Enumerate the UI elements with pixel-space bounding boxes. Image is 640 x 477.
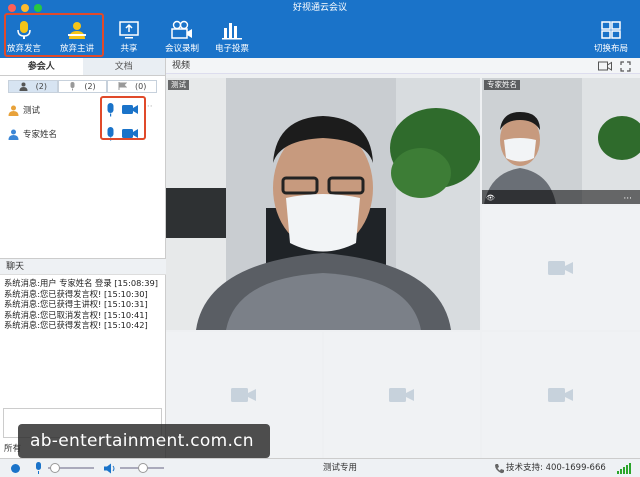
minimize-window-button[interactable]: [21, 4, 29, 12]
mic-volume-handle[interactable]: [50, 463, 60, 473]
tab-documents[interactable]: 文档: [82, 58, 165, 75]
switch-layout-button[interactable]: 切换布局: [588, 16, 634, 58]
microphone-icon[interactable]: [34, 462, 43, 475]
main-video-label: 测试: [168, 80, 189, 90]
fullscreen-icon[interactable]: [620, 61, 631, 72]
empty-video-tile[interactable]: [482, 206, 640, 330]
window-title: 好视通云会议: [292, 3, 347, 13]
chat-message: 系统消息:用户 专家姓名 登录 [15:08:39]: [4, 278, 159, 288]
main-video-tile[interactable]: 测试: [166, 78, 480, 330]
filter-all[interactable]: (2): [8, 79, 58, 93]
share-screen-icon: [114, 16, 144, 40]
tab-participants[interactable]: 参会人: [0, 58, 83, 75]
filter-video-count: (0): [135, 81, 147, 91]
user-icon: [8, 129, 19, 140]
camera-icon: [231, 388, 256, 402]
main-video-feed: [166, 78, 480, 330]
signal-strength-icon: [617, 463, 631, 474]
record-button[interactable]: 会议录制: [160, 16, 204, 58]
video-settings-icon[interactable]: [598, 61, 612, 72]
participant-name: 测试: [23, 106, 41, 116]
window-controls: [8, 4, 42, 12]
camera-icon: [548, 388, 573, 402]
vote-label: 电子投票: [214, 44, 249, 54]
bar-chart-icon: [210, 16, 254, 40]
support-hotline: 技术支持: 400-1699-666: [506, 463, 606, 473]
video-header-title: 视频: [172, 61, 191, 71]
record-label: 会议录制: [164, 44, 199, 54]
chat-message: 系统消息:您已获得发言权! [15:10:42]: [4, 320, 148, 331]
side-video-label: 专家姓名: [484, 80, 520, 90]
left-tabs: 参会人 文档: [0, 58, 165, 76]
watermark: ab-entertainment.com.cn: [18, 424, 270, 458]
video-header: 视频: [166, 58, 640, 74]
chat-message: 系统消息:您已获得发言权! [15:10:30]: [4, 288, 148, 299]
filter-video[interactable]: (0): [107, 79, 158, 93]
chat-message: 系统消息:您已获得主讲权! [15:10:31]: [4, 299, 148, 310]
vote-button[interactable]: 电子投票: [210, 16, 254, 58]
person-icon: [19, 82, 28, 91]
chat-header: 聊天: [0, 258, 166, 275]
participant-name: 专家姓名: [23, 130, 58, 140]
speaker-icon[interactable]: [104, 463, 117, 474]
microphone-icon: [70, 81, 75, 90]
svg-text:👁: 👁: [486, 194, 495, 202]
share-button[interactable]: 共享: [114, 16, 144, 58]
chat-message: 系统消息:您已取消发言权! [15:10:41]: [4, 309, 148, 320]
close-window-button[interactable]: [8, 4, 16, 12]
camera-icon: [548, 261, 573, 275]
layout-grid-icon: [588, 16, 634, 40]
maximize-window-button[interactable]: [34, 4, 42, 12]
more-options-icon[interactable]: ···: [623, 194, 632, 204]
video-panel: 视频 测试 👁 专家姓名 ···: [166, 58, 640, 458]
network-icon[interactable]: [10, 463, 21, 474]
phone-icon: [495, 464, 504, 474]
filter-all-count: (2): [35, 81, 47, 91]
filter-mic[interactable]: (2): [57, 79, 108, 93]
flag-icon: [118, 82, 127, 90]
share-label: 共享: [120, 44, 138, 54]
chat-messages: 系统消息:用户 专家姓名 登录 [15:08:39] 系统消息:您已获得发言权!…: [4, 278, 164, 331]
host-user-icon: [8, 105, 19, 116]
speaker-volume-handle[interactable]: [138, 463, 148, 473]
switch-layout-label: 切换布局: [593, 44, 628, 54]
highlight-box-media: [100, 96, 146, 140]
video-camera-icon: [160, 16, 204, 40]
highlight-box-toolbar: [4, 13, 104, 57]
status-center-text: 测试专用: [322, 463, 357, 473]
empty-video-tile[interactable]: [324, 332, 480, 458]
camera-icon: [389, 388, 414, 402]
empty-video-tile[interactable]: [482, 332, 640, 458]
side-video-feed: 👁: [482, 78, 640, 204]
filter-mic-count: (2): [84, 81, 96, 91]
participant-filters: (2) (2) (0): [0, 76, 165, 96]
status-bar: 测试专用 技术支持: 400-1699-666: [0, 458, 640, 477]
side-video-tile[interactable]: 👁 专家姓名 ···: [482, 78, 640, 204]
